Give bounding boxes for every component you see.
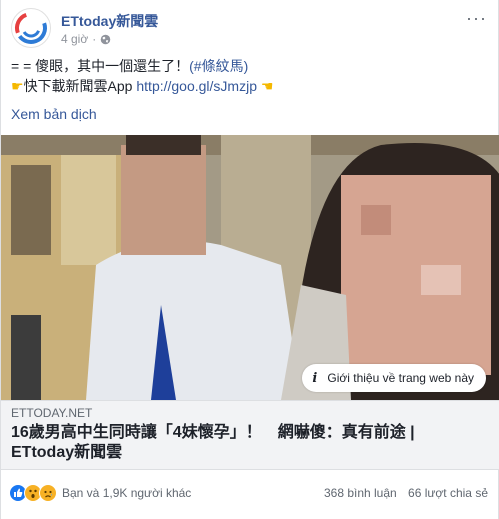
post-header: ETtoday新聞雲 4 giờ · ··· (11, 8, 491, 48)
post-footer: Bạn và 1,9K người khác 368 bình luận 66 … (1, 478, 499, 508)
comments-count-link[interactable]: 368 bình luận (324, 486, 397, 500)
post-card: ETtoday新聞雲 4 giờ · ··· = = 傻眼，其中一個還生了！(#… (0, 0, 499, 519)
hand-pointing-right-icon: ☛ (11, 78, 24, 94)
post-line-2: ☛快下載新聞雲App http://goo.gl/sJmzjp ☚ (11, 76, 491, 96)
see-translation-link[interactable]: Xem bản dịch (11, 106, 97, 122)
post-time[interactable]: 4 giờ (61, 32, 88, 46)
link-preview[interactable]: ETTODAY.NET 16歲男高中生同時讓「4妹懷孕」！ 網嚇傻：真有前途 |… (1, 400, 499, 470)
info-icon: i (312, 370, 318, 386)
site-info-label: Giới thiệu về trang web này (327, 371, 474, 385)
post-line-1: = = 傻眼，其中一個還生了！(#條紋馬) (11, 56, 491, 76)
globe-icon[interactable] (100, 34, 111, 45)
link-headline[interactable]: 16歲男高中生同時讓「4妹懷孕」！ 網嚇傻：真有前途 | ETtoday新聞雲 (11, 423, 481, 463)
logo-icon (15, 12, 47, 44)
photo-illustration (1, 135, 499, 400)
site-info-button[interactable]: i Giới thiệu về trang web này (302, 364, 486, 392)
download-link[interactable]: http://goo.gl/sJmzjp (136, 78, 257, 94)
post-line-1-text: = = 傻眼，其中一個還生了！ (11, 58, 190, 74)
hand-pointing-left-icon: ☚ (260, 78, 274, 94)
sad-reaction-icon (39, 484, 57, 502)
post-line-2-text: 快下載新聞雲App (23, 78, 133, 94)
more-icon[interactable]: ··· (466, 8, 487, 29)
hashtag-link[interactable]: (#條紋馬) (189, 58, 248, 74)
reactions-summary[interactable]: Bạn và 1,9K người khác (9, 484, 191, 502)
engagement-counts: 368 bình luận 66 lượt chia sẻ (316, 486, 488, 500)
post-text: = = 傻眼，其中一個還生了！(#條紋馬) ☛快下載新聞雲App http://… (11, 56, 491, 96)
reactions-count[interactable]: Bạn và 1,9K người khác (62, 486, 191, 500)
post-image[interactable]: i Giới thiệu về trang web này (1, 135, 499, 400)
link-domain: ETTODAY.NET (11, 406, 93, 420)
post-meta: 4 giờ · (61, 32, 111, 46)
page-avatar[interactable] (11, 8, 51, 48)
page-name-link[interactable]: ETtoday新聞雲 (61, 11, 158, 31)
shares-count-link[interactable]: 66 lượt chia sẻ (408, 486, 488, 500)
meta-separator: · (92, 32, 97, 46)
